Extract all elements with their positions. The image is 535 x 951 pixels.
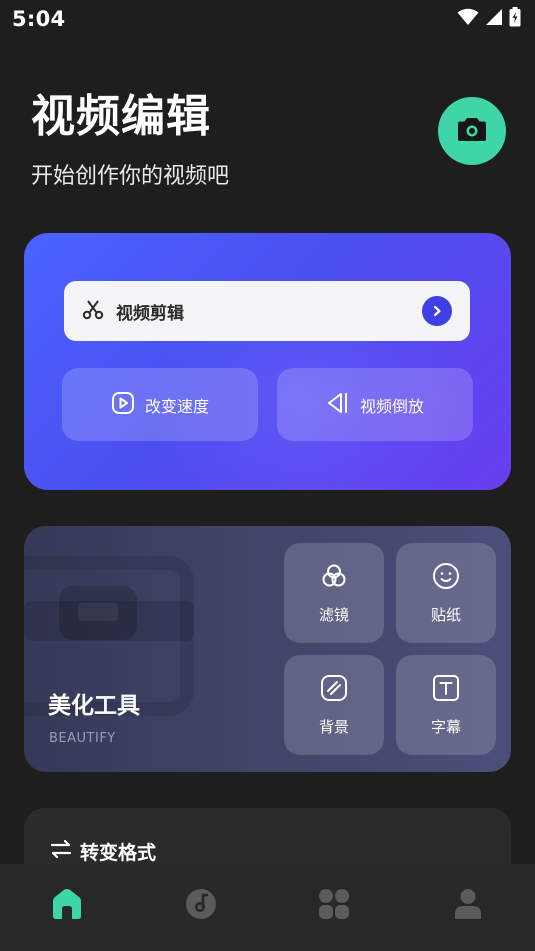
nav-home[interactable] [32, 876, 102, 936]
music-disc-icon [185, 888, 217, 924]
filter-label: 滤镜 [318, 605, 349, 624]
convert-format-label: 转变格式 [80, 842, 157, 864]
convert-format-row: 转变格式 [50, 838, 156, 865]
play-square-icon [111, 391, 135, 419]
filter-button[interactable]: 滤镜 [284, 543, 384, 643]
scissors-icon [82, 298, 104, 324]
page-title: 视频编辑 [31, 91, 211, 142]
nav-profile[interactable] [433, 876, 503, 936]
beautify-card: 美化工具 BEAUTIFY 滤镜 贴纸 背景 字幕 [24, 526, 511, 772]
background-button[interactable]: 背景 [284, 655, 384, 755]
change-speed-button[interactable]: 改变速度 [62, 368, 258, 441]
nav-apps[interactable] [299, 876, 369, 936]
wifi-icon [457, 8, 479, 30]
video-edit-card: 视频剪辑 改变速度 视频倒放 [24, 233, 511, 490]
status-icons [457, 7, 521, 31]
swap-icon [50, 838, 72, 865]
video-clip-button[interactable]: 视频剪辑 [64, 281, 470, 341]
bottom-nav [0, 864, 535, 951]
video-clip-label: 视频剪辑 [116, 303, 184, 324]
page-subtitle: 开始创作你的视频吧 [31, 164, 230, 189]
camera-icon [457, 116, 487, 146]
decorative-buckle-inner [78, 603, 118, 621]
status-bar: 5:04 [0, 0, 535, 38]
sticker-label: 贴纸 [430, 605, 461, 624]
subtitle-button[interactable]: 字幕 [396, 655, 496, 755]
background-icon [320, 674, 348, 706]
chevron-right-icon [422, 296, 452, 326]
smile-icon [432, 562, 460, 594]
home-icon [52, 888, 82, 924]
beautify-title: 美化工具 [48, 693, 140, 719]
grid-icon [318, 888, 350, 924]
sticker-button[interactable]: 贴纸 [396, 543, 496, 643]
camera-button[interactable] [438, 97, 506, 165]
background-label: 背景 [318, 717, 349, 736]
filter-icon [320, 562, 348, 594]
status-time: 5:04 [12, 7, 66, 31]
subtitle-label: 字幕 [430, 717, 461, 736]
change-speed-label: 改变速度 [144, 396, 209, 416]
text-icon [432, 674, 460, 706]
beautify-subtitle: BEAUTIFY [49, 731, 116, 746]
reverse-video-button[interactable]: 视频倒放 [277, 368, 473, 441]
reverse-icon [326, 392, 350, 418]
reverse-video-label: 视频倒放 [359, 396, 424, 416]
user-icon [454, 888, 482, 924]
battery-icon [509, 7, 521, 31]
signal-icon [485, 8, 503, 30]
nav-music[interactable] [166, 876, 236, 936]
